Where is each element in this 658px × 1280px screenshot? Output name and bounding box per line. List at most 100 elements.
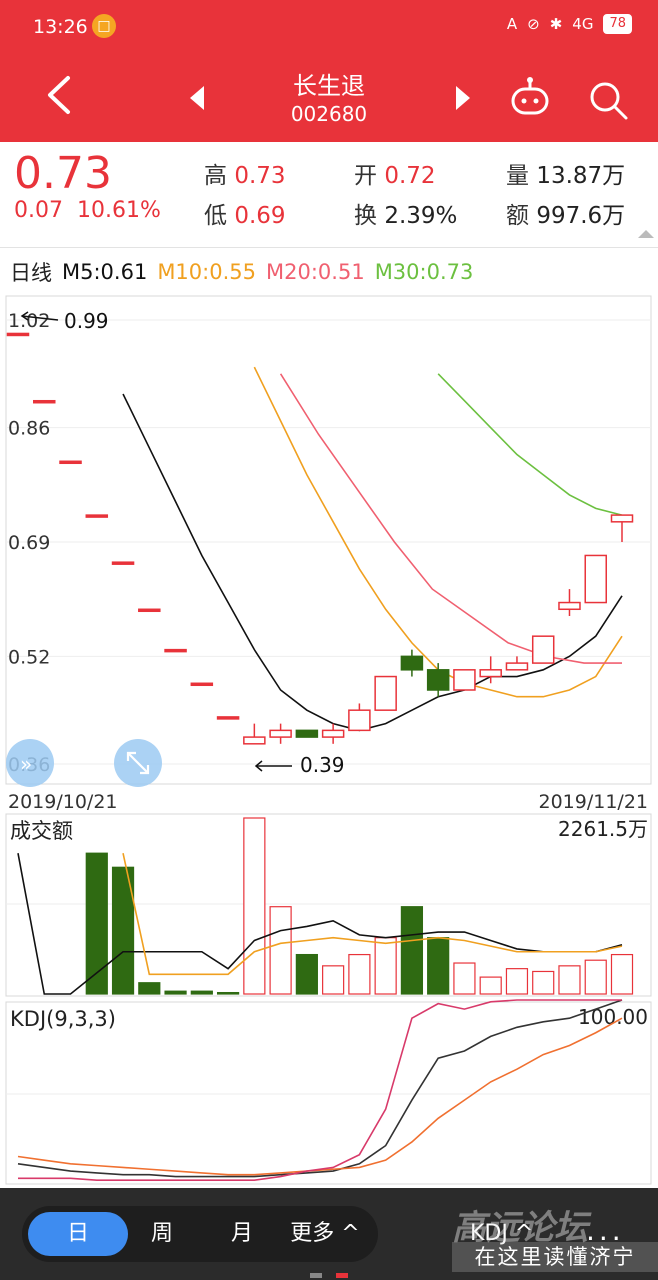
volume-bar [243, 817, 266, 995]
status-icons: A ⊘ ✱ 4G 78 [507, 14, 632, 34]
price-panel-frame [5, 295, 652, 785]
period-label[interactable]: 日线 [10, 257, 52, 287]
low-label: 低 [204, 203, 227, 229]
kline-chart[interactable]: 1.020.860.690.520.36 0.99 0.39 » 2019/10… [0, 294, 658, 1194]
alarm-icon: A [506, 15, 518, 33]
volume-bar [505, 968, 529, 995]
volume-bar [295, 953, 318, 995]
volume-bar [322, 965, 345, 995]
quote-panel: 0.73 0.07 10.61% 高 0.73 低 0.69 开 0.72 换 … [0, 142, 658, 248]
volume-bar [400, 906, 424, 995]
price-change: 0.07 10.61% [14, 198, 161, 223]
candle-body [584, 554, 607, 604]
change-percent: 10.61% [76, 198, 161, 223]
candle-body [243, 736, 266, 745]
change-value: 0.07 [14, 198, 63, 223]
volume-bar [374, 937, 397, 995]
volume-bar [269, 906, 292, 995]
price-tick-label: 0.69 [8, 532, 50, 554]
candle-body [33, 399, 56, 404]
volume-value: 13.87万 [536, 163, 626, 189]
robot-assistant-icon[interactable] [508, 76, 552, 120]
volume-row: 量 13.87万 [506, 156, 625, 190]
candle-body [400, 655, 424, 671]
volume-bars [85, 817, 634, 995]
price-axis-ticks: 1.020.860.690.520.36 [8, 310, 50, 776]
volume-bar [479, 976, 502, 995]
candle-body [295, 729, 319, 738]
period-month-button[interactable]: 月 [202, 1206, 282, 1262]
candle-body [348, 709, 371, 732]
candle-body [6, 332, 30, 337]
high-row: 高 0.73 [204, 156, 286, 190]
candle-body [138, 608, 161, 613]
low-value: 0.69 [234, 203, 286, 229]
candle-body [610, 514, 634, 523]
ma30-label: M30:0.73 [374, 260, 474, 284]
high-label: 高 [204, 163, 227, 189]
ma10-line [253, 366, 623, 698]
page-indicator [310, 1273, 348, 1278]
ma20-label: M20:0.51 [266, 260, 365, 284]
kdj-d-line [17, 1017, 623, 1176]
next-stock-icon[interactable] [450, 84, 474, 112]
volume-bar [610, 953, 634, 995]
price-tick-label: 1.02 [8, 310, 50, 332]
volume-bar [190, 990, 213, 995]
candle-body [59, 460, 82, 465]
open-label: 开 [354, 163, 377, 189]
period-more-button[interactable]: 更多 ^ [272, 1206, 378, 1262]
ma-legend: 日线 M5:0.61 M10:0.55 M20:0.51 M30:0.73 [0, 254, 658, 290]
amount-value: 997.6万 [536, 203, 626, 229]
mute-icon: ⊘ [527, 15, 540, 33]
period-day-button[interactable]: 日 [28, 1212, 128, 1256]
volume-bar [348, 953, 371, 995]
candle-body [374, 675, 397, 711]
volume-ma5-line [17, 853, 623, 995]
turnover-label: 换 [354, 203, 377, 229]
min-price-label: 0.39 [300, 753, 345, 777]
candle-body [164, 648, 187, 653]
search-icon[interactable] [586, 78, 630, 122]
app-header: 13:26 □ A ⊘ ✱ 4G 78 长生退 002680 [0, 0, 658, 142]
volume-bar [558, 965, 581, 995]
stock-code: 002680 [290, 102, 368, 126]
forum-watermark: 高远论坛 在这里读懂济宁 [452, 1196, 658, 1276]
network-label: 4G [572, 15, 594, 33]
bluetooth-icon: ✱ [549, 15, 563, 33]
volume-bar [427, 937, 450, 995]
last-price: 0.73 [14, 148, 112, 199]
open-row: 开 0.72 [354, 156, 436, 190]
open-value: 0.72 [384, 163, 436, 189]
status-time: 13:26 [33, 16, 88, 38]
volume-ma10-line [122, 853, 623, 976]
amount-row: 额 997.6万 [506, 196, 625, 230]
turnover-value: 2.39% [384, 203, 458, 229]
watermark-slogan: 在这里读懂济宁 [452, 1242, 658, 1272]
candle-body [479, 669, 502, 678]
volume-bar [453, 962, 476, 995]
price-grid [6, 319, 651, 765]
volume-title: 成交额 [10, 819, 73, 843]
start-date: 2019/10/21 [8, 791, 118, 813]
ma-lines [122, 366, 623, 732]
candle-body [85, 514, 109, 518]
ma5-line [122, 393, 623, 732]
expand-chevron-icon[interactable] [638, 230, 654, 238]
candle-body [426, 669, 450, 691]
candle-body [269, 729, 292, 738]
period-week-button[interactable]: 周 [122, 1206, 202, 1262]
price-tick-label: 0.86 [8, 418, 50, 440]
volume-bar [216, 991, 240, 995]
volume-bar [584, 959, 607, 995]
volume-ma-lines [17, 853, 623, 995]
volume-bar [164, 990, 187, 995]
volume-max-label: 2261.5万 [558, 817, 648, 841]
volume-bar [138, 982, 161, 995]
ma30-line [437, 373, 623, 516]
price-annotations: 0.99 0.39 [20, 309, 345, 777]
kdj-max-label: 100.00 [578, 1005, 648, 1029]
kdj-title: KDJ(9,3,3) [10, 1007, 116, 1031]
ma10-label: M10:0.55 [157, 260, 256, 284]
period-selector: 日 周 月 更多 ^ [22, 1206, 378, 1262]
